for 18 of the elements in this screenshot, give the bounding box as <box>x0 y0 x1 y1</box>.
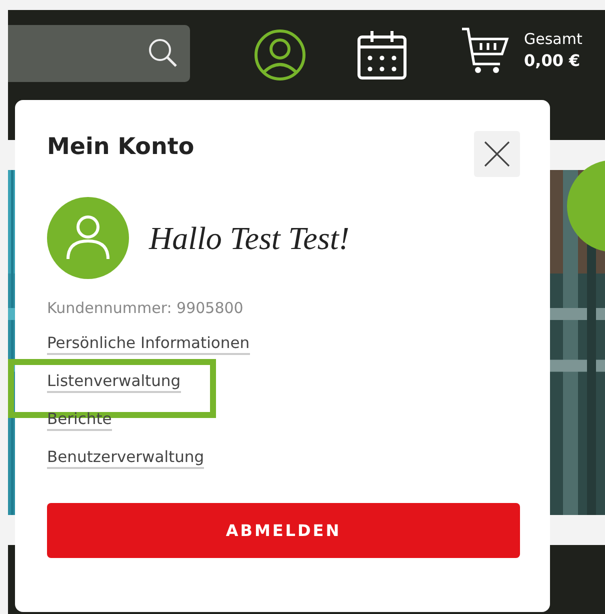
cart-label: Gesamt <box>524 29 582 50</box>
account-link[interactable]: Persönliche Informationen <box>47 334 250 355</box>
cart-icon[interactable] <box>460 26 510 76</box>
close-icon <box>484 141 510 167</box>
popup-title: Mein Konto <box>47 134 194 160</box>
greeting: Hallo Test Test! <box>149 220 350 256</box>
search-icon <box>148 38 178 68</box>
account-link[interactable]: Listenverwaltung <box>47 372 181 393</box>
customer-number: Kundennummer: 9905800 <box>47 299 244 317</box>
round-button[interactable] <box>567 160 605 252</box>
search-field[interactable] <box>8 24 190 82</box>
account-icon[interactable] <box>254 29 306 81</box>
avatar-icon <box>47 197 129 279</box>
logout-button[interactable]: ABMELDEN <box>47 503 520 558</box>
close-button[interactable] <box>474 131 520 177</box>
account-link[interactable]: Benutzerverwaltung <box>47 448 204 469</box>
calendar-icon[interactable] <box>356 29 408 81</box>
cart-total: 0,00 € <box>524 50 582 72</box>
